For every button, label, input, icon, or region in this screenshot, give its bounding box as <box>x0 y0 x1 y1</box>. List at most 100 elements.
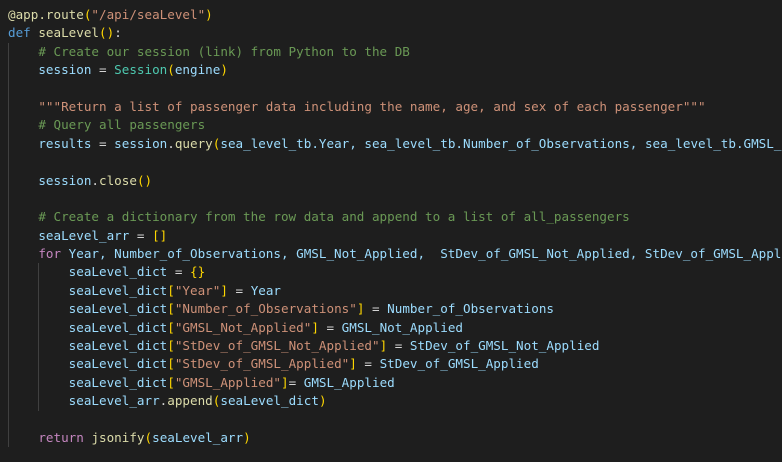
return-keyword: return <box>38 429 84 445</box>
colon: : <box>114 25 122 41</box>
indent-guide <box>8 226 9 246</box>
function-name: seaLevel <box>38 25 100 41</box>
indent-guide <box>8 263 9 282</box>
variable: seaLevel_arr <box>38 227 130 243</box>
dict-key: "Number_of_Observations" <box>174 301 357 317</box>
indent-guide <box>8 300 9 319</box>
object: seaLevel_dict <box>68 374 168 390</box>
operator: = <box>91 62 115 78</box>
code-area[interactable]: @app.route("/api/seaLevel") def seaLevel… <box>8 6 782 448</box>
object: seaLevel_dict <box>68 319 168 335</box>
code-line-17: seaLevel_dict["Number_of_Observations"] … <box>8 300 782 319</box>
bracket: ] <box>281 374 289 390</box>
operator: = <box>356 356 380 372</box>
indent-guide <box>8 79 9 98</box>
argument: engine <box>174 62 221 78</box>
paren: () <box>99 25 115 41</box>
def-keyword: def <box>8 25 31 41</box>
method-name: query <box>174 135 213 151</box>
indent-guide <box>8 355 9 374</box>
object: seaLevel_dict <box>68 338 168 354</box>
object: seaLevel_dict <box>68 356 168 372</box>
code-line-24: return jsonify(seaLevel_arr) <box>8 428 782 448</box>
indent-guide <box>8 281 9 301</box>
code-editor[interactable]: @app.route("/api/seaLevel") def seaLevel… <box>0 0 782 462</box>
code-line-14: for Year, Number_of_Observations, GMSL_N… <box>8 245 782 264</box>
code-line-22: seaLevel_arr.append(seaLevel_dict) <box>8 392 782 411</box>
code-line-1: @app.route("/api/seaLevel") <box>8 6 782 24</box>
indent-guide <box>8 61 9 80</box>
operator: = <box>364 301 388 317</box>
operator: = <box>91 135 115 151</box>
code-line-23 <box>8 410 782 429</box>
list-literal: [] <box>152 227 168 243</box>
paren: () <box>136 172 153 188</box>
argument: seaLevel_arr <box>152 429 244 445</box>
class-name: Session <box>114 62 168 78</box>
function-call: jsonify <box>91 429 145 445</box>
operator: = <box>387 338 410 354</box>
dict-key: "GMSL_Not_Applied" <box>174 319 312 335</box>
code-line-13: seaLevel_arr = [] <box>8 226 782 246</box>
code-line-6: """Return a list of passenger data inclu… <box>8 97 782 117</box>
dict-key: "GMSL_Applied" <box>174 374 281 390</box>
dict-key: "Year" <box>174 282 221 298</box>
code-line-15: seaLevel_dict = {} <box>8 263 782 282</box>
code-line-4: session = Session(engine) <box>8 61 782 80</box>
code-line-12: # Create a dictionary from the row data … <box>8 208 782 227</box>
indent-guide <box>38 300 40 319</box>
bracket: ] <box>220 282 228 298</box>
code-line-9 <box>8 153 782 172</box>
value: Number_of_Observations <box>387 301 554 317</box>
value: Year <box>250 282 282 298</box>
indent-guide <box>8 373 9 393</box>
variable: session <box>38 62 92 78</box>
indent-guide <box>8 153 9 172</box>
bracket: [ <box>167 338 175 354</box>
method-name: close <box>99 172 137 188</box>
value: GMSL_Applied <box>303 374 395 390</box>
operator: = <box>288 374 304 390</box>
comment: # Query all passengers <box>38 117 206 133</box>
bracket: ] <box>311 319 319 335</box>
bracket: [ <box>167 319 175 335</box>
indent-guide <box>8 337 9 356</box>
code-line-21: seaLevel_dict["GMSL_Applied"]= GMSL_Appl… <box>8 373 782 393</box>
method-name: append <box>167 393 213 409</box>
dict-literal: {} <box>190 264 206 280</box>
variable: seaLevel_dict <box>68 264 168 280</box>
object: seaLevel_dict <box>68 282 168 298</box>
code-line-8: results = session.query(sea_level_tb.Yea… <box>8 134 782 154</box>
indent-guide <box>38 355 40 374</box>
object: session <box>114 135 168 151</box>
operator: = <box>318 319 342 335</box>
paren: ) <box>205 7 213 22</box>
loop-variables: Year, Number_of_Observations, GMSL_Not_A… <box>61 246 782 262</box>
for-keyword: for <box>38 246 62 262</box>
bracket: [ <box>167 356 175 372</box>
indent-guide <box>38 373 40 393</box>
indent-guide <box>8 42 9 62</box>
paren: ) <box>243 429 251 445</box>
bracket: [ <box>167 301 175 317</box>
indent-guide <box>38 263 40 282</box>
variable: results <box>38 135 92 151</box>
indent-guide <box>8 116 9 135</box>
decorator: @app.route <box>8 7 84 22</box>
comment: # Create a dictionary from the row data … <box>38 209 630 225</box>
argument: seaLevel_dict <box>220 393 319 409</box>
code-line-18: seaLevel_dict["GMSL_Not_Applied"] = GMSL… <box>8 318 782 338</box>
code-line-19: seaLevel_dict["StDev_of_GMSL_Not_Applied… <box>8 337 782 356</box>
code-line-5 <box>8 79 782 98</box>
code-line-11 <box>8 189 782 209</box>
indent-guide <box>8 318 9 338</box>
value: StDev_of_GMSL_Not_Applied <box>409 338 600 354</box>
paren: ( <box>167 62 175 78</box>
operator: = <box>227 282 251 298</box>
indent-guide <box>8 392 9 411</box>
indent-guide <box>8 428 9 448</box>
docstring: """Return a list of passenger data inclu… <box>38 98 706 114</box>
operator: = <box>167 264 190 280</box>
indent-guide <box>38 392 40 411</box>
object: session <box>38 172 92 188</box>
